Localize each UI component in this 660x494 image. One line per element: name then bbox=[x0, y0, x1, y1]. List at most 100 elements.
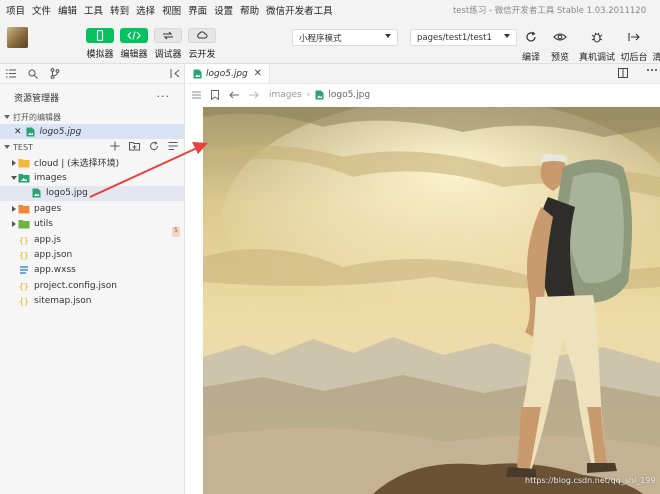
compile-label: 编译 bbox=[521, 53, 540, 63]
images-folder-icon bbox=[18, 173, 30, 183]
svg-text:{}: {} bbox=[19, 236, 29, 245]
tree-item[interactable]: {} project.config.json bbox=[0, 278, 184, 293]
device-debug-button[interactable]: 真机调试 bbox=[579, 30, 615, 64]
more-icon[interactable]: ··· bbox=[157, 90, 171, 103]
json-file-icon: {} bbox=[18, 296, 30, 306]
bookmark-icon[interactable] bbox=[211, 90, 219, 100]
search-icon[interactable] bbox=[28, 69, 38, 79]
clear-button[interactable]: 清 bbox=[652, 30, 660, 64]
menu-item[interactable]: 帮助 bbox=[240, 3, 259, 17]
forward-arrow-icon[interactable] bbox=[249, 91, 259, 99]
image-file-icon bbox=[26, 127, 36, 137]
background-label: 切后台 bbox=[620, 53, 648, 63]
mode-select-value: 小程序模式 bbox=[299, 33, 342, 44]
new-folder-icon[interactable] bbox=[129, 141, 140, 151]
json-file-icon: {} bbox=[18, 250, 30, 260]
split-editor-icon[interactable] bbox=[618, 68, 628, 78]
menu-item[interactable]: 微信开发者工具 bbox=[266, 3, 333, 17]
menu-item[interactable]: 工具 bbox=[84, 3, 103, 17]
tree-item[interactable]: {} app.json bbox=[0, 247, 184, 262]
tab-logo5[interactable]: logo5.jpg ✕ bbox=[186, 64, 270, 83]
svg-text:{}: {} bbox=[19, 251, 29, 260]
close-icon[interactable]: ✕ bbox=[14, 127, 22, 137]
list-icon[interactable] bbox=[6, 69, 16, 78]
chevron-down-icon bbox=[10, 176, 18, 181]
explorer-iconbar bbox=[0, 64, 184, 84]
collapse-sidebar-icon[interactable] bbox=[170, 69, 180, 78]
menu-item[interactable]: 文件 bbox=[32, 3, 51, 17]
open-editor-item[interactable]: ✕ logo5.jpg bbox=[0, 124, 184, 139]
bug-icon bbox=[579, 30, 615, 44]
project-header[interactable]: TEST bbox=[0, 139, 184, 155]
project-actions bbox=[110, 141, 187, 151]
image-preview bbox=[203, 107, 660, 494]
refresh-explorer-icon[interactable] bbox=[149, 141, 159, 151]
chevron-down-icon bbox=[504, 34, 510, 38]
editor-button[interactable]: 编辑器 bbox=[119, 28, 149, 64]
watermark: https://blog.csdn.net/qq_shi_199 bbox=[525, 476, 656, 485]
compile-button[interactable]: 编译 bbox=[520, 30, 542, 64]
breadcrumb-file[interactable]: logo5.jpg bbox=[328, 90, 370, 100]
refresh-icon bbox=[520, 30, 542, 44]
clear-label: 清 bbox=[652, 53, 660, 63]
cloud-button[interactable]: 云开发 bbox=[187, 28, 217, 64]
avatar[interactable] bbox=[7, 27, 28, 48]
tree-item[interactable]: app.wxss bbox=[0, 263, 184, 278]
menu-item[interactable]: 项目 bbox=[6, 3, 25, 17]
more-actions-icon[interactable] bbox=[646, 68, 658, 78]
cloud-folder-icon bbox=[18, 158, 30, 168]
pages-folder-icon bbox=[18, 204, 30, 214]
tree-item[interactable]: {} app.js bbox=[0, 232, 184, 247]
clear-icon bbox=[652, 30, 660, 44]
back-arrow-icon[interactable] bbox=[229, 91, 239, 99]
utils-folder-icon bbox=[18, 219, 30, 229]
tree-item[interactable]: utils bbox=[0, 217, 184, 232]
collapse-all-icon[interactable] bbox=[168, 141, 178, 151]
background-button[interactable]: 切后台 bbox=[620, 30, 648, 64]
project-label: TEST bbox=[13, 142, 33, 152]
source-control-icon[interactable] bbox=[50, 68, 60, 79]
tree-item[interactable]: images bbox=[0, 170, 184, 185]
chevron-right-icon: › bbox=[306, 90, 311, 100]
close-tab-icon[interactable]: ✕ bbox=[254, 68, 262, 79]
simulator-button[interactable]: 模拟器 bbox=[85, 28, 115, 64]
new-file-icon[interactable] bbox=[110, 141, 120, 151]
tree-item-label: pages bbox=[34, 203, 62, 214]
chevron-down-icon bbox=[4, 145, 10, 149]
list-icon[interactable] bbox=[192, 91, 201, 99]
tree-item[interactable]: pages bbox=[0, 201, 184, 216]
tree-item[interactable]: cloud | (未选择环境) bbox=[0, 155, 184, 170]
mode-select[interactable]: 小程序模式 bbox=[292, 29, 398, 46]
preview-label: 预览 bbox=[550, 53, 569, 63]
cloud-label: 云开发 bbox=[188, 50, 216, 60]
page-select-value: pages/test1/test1 bbox=[417, 32, 492, 43]
preview-button[interactable]: 预览 bbox=[549, 30, 571, 64]
debugger-label: 调试器 bbox=[154, 50, 182, 60]
tree-item-label: project.config.json bbox=[34, 280, 117, 291]
json-file-icon: {} bbox=[18, 281, 30, 291]
open-editors-label: 打开的编辑器 bbox=[13, 112, 61, 122]
breadcrumb: images › logo5.jpg bbox=[186, 84, 660, 106]
phone-icon bbox=[86, 28, 114, 43]
window-title: test练习 - 微信开发者工具 Stable 1.03.2011120 bbox=[453, 6, 647, 16]
tree-item[interactable]: logo5.jpg bbox=[0, 185, 184, 202]
editor-area: logo5.jpg ✕ images › logo5.jpg bbox=[186, 64, 660, 494]
menu-item[interactable]: 设置 bbox=[214, 3, 233, 17]
menu-bar: 项目 文件 编辑 工具 转到 选择 视图 界面 设置 帮助 微信开发者工具 test练习 - 微信开… bbox=[0, 0, 660, 20]
js-file-icon: {} bbox=[18, 235, 30, 245]
tree-item[interactable]: {} sitemap.json bbox=[0, 294, 184, 309]
explorer-panel: 资源管理器 ··· 打开的编辑器 ✕ logo5.jpg TEST cloud … bbox=[0, 64, 185, 494]
open-editor-label: logo5.jpg bbox=[39, 126, 82, 137]
menu-item[interactable]: 视图 bbox=[162, 3, 181, 17]
menu-item[interactable]: 编辑 bbox=[58, 3, 77, 17]
breadcrumb-folder[interactable]: images bbox=[269, 90, 302, 100]
open-editors-header[interactable]: 打开的编辑器 bbox=[0, 110, 184, 124]
debugger-button[interactable]: 调试器 bbox=[153, 28, 183, 64]
image-file-icon bbox=[30, 188, 42, 198]
menu-item[interactable]: 转到 bbox=[110, 3, 129, 17]
page-select[interactable]: pages/test1/test1 bbox=[410, 29, 517, 46]
menu-item[interactable]: 界面 bbox=[188, 3, 207, 17]
chevron-down-icon bbox=[4, 115, 10, 119]
menu-item[interactable]: 选择 bbox=[136, 3, 155, 17]
tree-item-label: app.js bbox=[34, 234, 61, 245]
